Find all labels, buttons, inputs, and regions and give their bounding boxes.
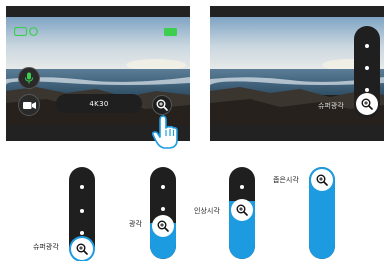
slider-knob[interactable]	[152, 215, 174, 237]
resolution-selector[interactable]: 4K30	[56, 94, 142, 113]
microphone-button[interactable]	[18, 67, 40, 89]
zoom-slider-knob[interactable]	[356, 93, 378, 115]
microphone-icon	[25, 72, 33, 84]
video-mode-button[interactable]	[18, 94, 40, 116]
top-bezel	[210, 6, 384, 17]
slider-stop	[365, 66, 369, 70]
slider-stop	[365, 44, 369, 48]
slider-stop	[365, 88, 369, 92]
top-bezel	[6, 6, 190, 17]
slider-label: 슈퍼광각	[318, 102, 344, 110]
battery-circle-icon	[29, 27, 38, 36]
slider-knob[interactable]	[311, 169, 333, 191]
resolution-label: 4K30	[89, 99, 109, 108]
zoom-in-icon	[316, 174, 328, 186]
battery-outline-icon	[14, 27, 28, 36]
slider-stop	[161, 207, 165, 211]
zoom-in-icon	[236, 204, 248, 216]
slider-stop	[80, 209, 84, 213]
slider-stop	[161, 185, 165, 189]
zoom-in-icon	[361, 98, 373, 110]
slider-label: 슈퍼광각	[33, 243, 59, 251]
zoom-button[interactable]	[152, 95, 172, 115]
video-camera-icon	[22, 101, 36, 109]
slider-knob[interactable]	[231, 199, 253, 221]
slider-stop	[240, 185, 244, 189]
camera-screen-right: 슈퍼광각	[210, 6, 384, 141]
slider-label: 좁은시각	[273, 176, 299, 184]
slider-label: 인상시각	[194, 207, 220, 215]
zoom-slider-wide[interactable]	[150, 167, 176, 259]
slider-knob[interactable]	[71, 238, 93, 260]
zoom-in-icon	[76, 243, 88, 255]
slider-stop	[80, 185, 84, 189]
zoom-in-icon	[157, 220, 169, 232]
zoom-in-icon	[156, 99, 168, 111]
battery-full-icon	[164, 28, 177, 36]
slider-label: 광각	[129, 220, 142, 228]
slider-stop	[80, 231, 84, 235]
bottom-bezel	[210, 125, 384, 141]
tap-hand-icon	[151, 115, 178, 149]
